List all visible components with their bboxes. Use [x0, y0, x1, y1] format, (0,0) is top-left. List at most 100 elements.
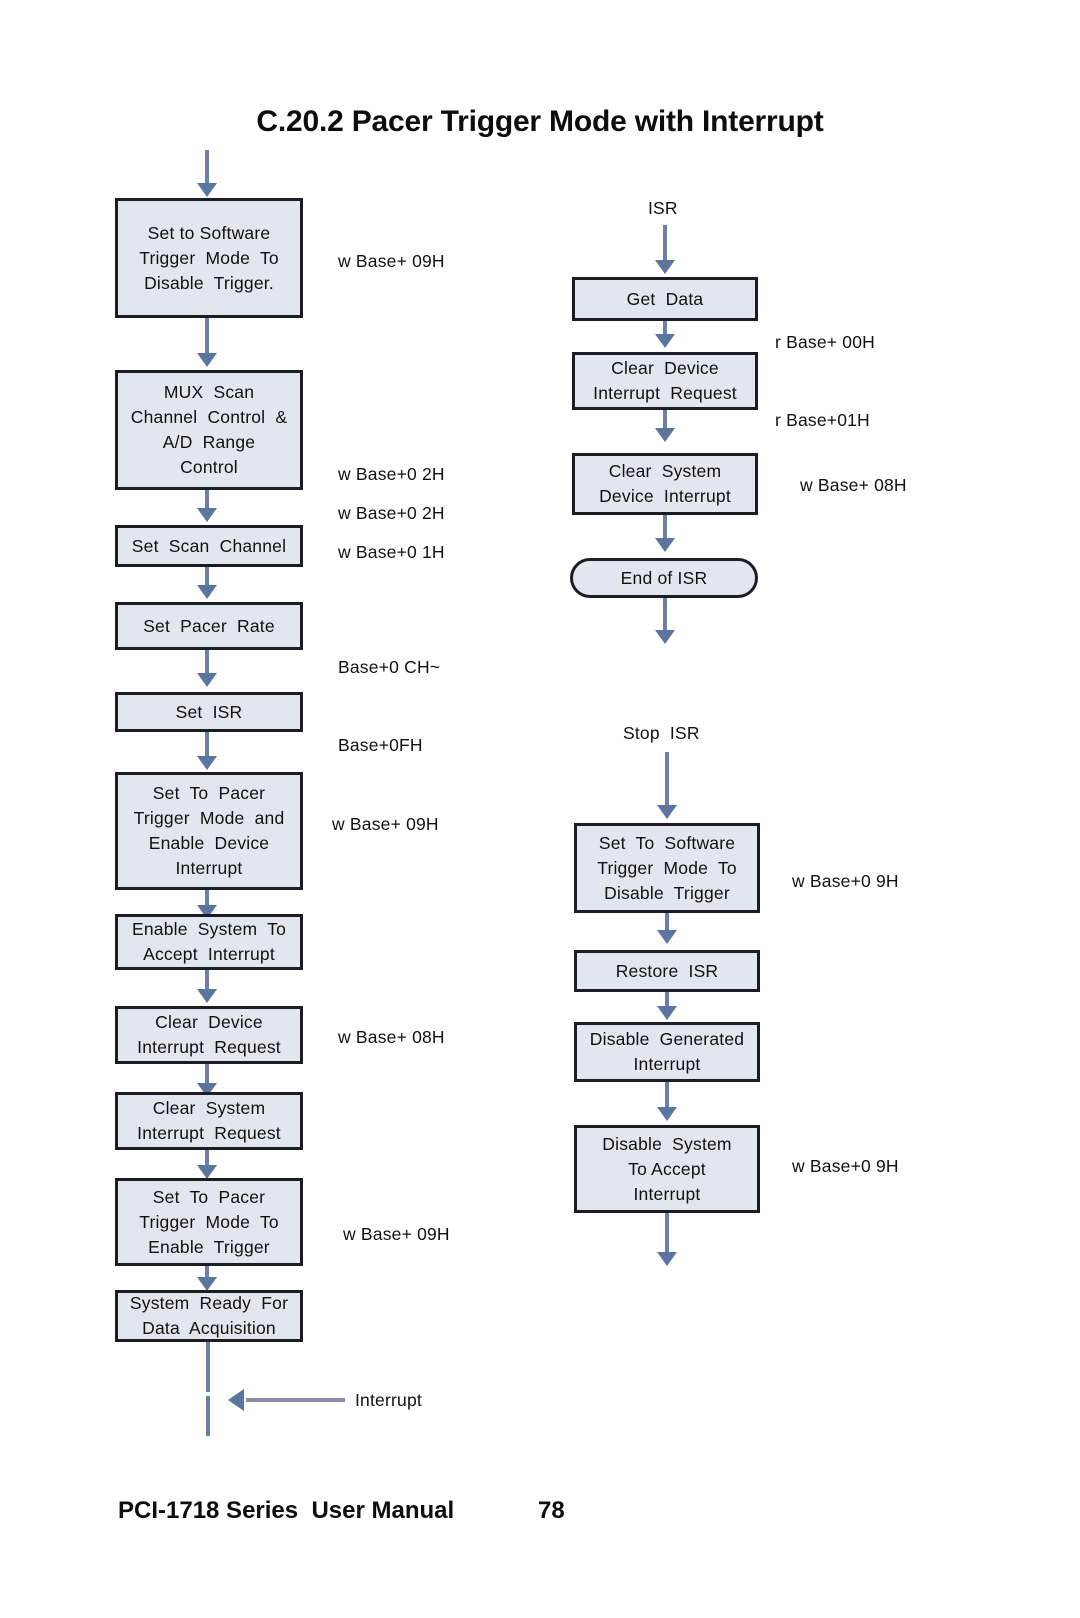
- annotation-line: w Base+0 9H: [792, 1156, 899, 1176]
- flow-box-clear-device-int-request: Clear Device Interrupt Request: [115, 1006, 303, 1064]
- arrow-head-icon: [655, 428, 675, 442]
- box-line: Interrupt: [633, 1183, 701, 1204]
- annotation-line: w Base+ 09H: [338, 251, 445, 271]
- terminator-label: End of ISR: [620, 567, 708, 588]
- box-line: Set ISR: [175, 701, 243, 722]
- box-line: Control: [180, 457, 238, 477]
- annotation-line: w Base+ 08H: [338, 1027, 445, 1047]
- connector-line: [205, 150, 209, 186]
- annotation-08h-1: w Base+ 08H: [338, 1024, 445, 1050]
- arrow-head-icon: [655, 334, 675, 348]
- box-line: Trigger Mode and: [133, 808, 285, 828]
- box-line: Set To Pacer: [152, 1186, 266, 1207]
- box-line: Set Pacer Rate: [143, 615, 275, 636]
- box-line: Enable System To: [131, 919, 287, 939]
- arrow-head-icon: [657, 1107, 677, 1121]
- box-line: Disable Trigger.: [144, 272, 274, 293]
- flow-box-set-software-trigger-disable: Set to Software Trigger Mode To Disable …: [115, 198, 303, 318]
- connector-line: [206, 1342, 210, 1392]
- box-line: Trigger Mode To: [139, 247, 279, 268]
- arrow-head-icon: [657, 1006, 677, 1020]
- box-line: Restore ISR: [615, 960, 719, 981]
- box-line: Channel Control &: [130, 407, 288, 427]
- box-line: MUX Scan: [163, 382, 255, 402]
- connector-line: [665, 1213, 669, 1255]
- arrow-head-icon: [657, 1252, 677, 1266]
- annotation-ch-fh: Base+0 CH~ Base+0FH: [338, 602, 440, 810]
- connector-line: [665, 752, 669, 808]
- arrow-head-icon: [655, 260, 675, 274]
- box-line: Interrupt: [175, 858, 243, 878]
- annotation-line: w Base+0 2H: [338, 464, 445, 484]
- box-line: Set To Pacer: [152, 783, 266, 803]
- flow-box-set-pacer-enable-device-int: Set To Pacer Trigger Mode and Enable Dev…: [115, 772, 303, 890]
- arrow-head-icon: [197, 673, 217, 687]
- arrow-head-left-icon: [228, 1389, 244, 1411]
- footer-page-number: 78: [538, 1497, 565, 1524]
- annotation-line: w Base+0 1H: [338, 542, 445, 562]
- annotation-09h-1: w Base+ 09H: [338, 248, 445, 274]
- arrow-head-icon: [197, 183, 217, 197]
- annotation-w-09h-stop2: w Base+0 9H: [792, 1153, 899, 1179]
- flow-box-clear-system-int-request: Clear System Interrupt Request: [115, 1092, 303, 1150]
- arrow-head-icon: [197, 585, 217, 599]
- flow-box-clear-device-int-request-isr: Clear Device Interrupt Request: [572, 352, 758, 410]
- arrow-head-icon: [197, 353, 217, 367]
- annotation-line: w Base+ 09H: [332, 814, 439, 834]
- annotation-w-08h-isr: w Base+ 08H: [800, 472, 907, 498]
- box-line: Device Interrupt: [599, 486, 731, 506]
- box-line: Interrupt: [633, 1054, 701, 1074]
- box-line: Trigger Mode To: [597, 857, 737, 878]
- box-line: Data Acquisition: [142, 1318, 276, 1338]
- flow-terminator-end-of-isr: End of ISR: [570, 558, 758, 598]
- box-line: Disable System: [602, 1133, 732, 1154]
- connector-line: [206, 1396, 210, 1436]
- annotation-line: r Base+ 00H: [775, 332, 875, 352]
- annotation-09h-2: w Base+ 09H: [332, 811, 439, 837]
- box-line: System Ready For: [129, 1293, 289, 1313]
- flow-box-set-scan-channel: Set Scan Channel: [115, 525, 303, 567]
- flow-box-clear-system-device-int: Clear System Device Interrupt: [572, 453, 758, 515]
- footer-manual-title: PCI-1718 Series User Manual: [118, 1497, 455, 1524]
- box-line: Accept Interrupt: [143, 944, 275, 964]
- flow-box-mux-scan-channel-control: MUX Scan Channel Control & A/D Range Con…: [115, 370, 303, 490]
- arrow-head-icon: [657, 805, 677, 819]
- box-line: Clear Device: [611, 358, 719, 378]
- arrow-head-icon: [655, 630, 675, 644]
- flow-box-enable-system-accept-int: Enable System To Accept Interrupt: [115, 914, 303, 970]
- box-line: Enable Trigger: [148, 1236, 270, 1257]
- annotation-line: Base+0FH: [338, 735, 423, 755]
- interrupt-connector-line: [246, 1398, 345, 1402]
- flow-box-get-data: Get Data: [572, 277, 758, 321]
- box-line: Get Data: [626, 288, 704, 309]
- box-line: A/D Range: [162, 432, 256, 452]
- box-line: Interrupt Request: [593, 383, 737, 403]
- manual-page: C.20.2 Pacer Trigger Mode with Interrupt…: [0, 0, 1080, 1618]
- box-line: Interrupt Request: [137, 1037, 281, 1057]
- box-line: Set To Software: [598, 832, 736, 853]
- annotation-line: w Base+0 9H: [792, 871, 899, 891]
- label-stop-isr: Stop ISR: [623, 723, 700, 743]
- box-line: To Accept: [628, 1158, 706, 1179]
- flow-box-set-pacer-enable-trigger: Set To Pacer Trigger Mode To Enable Trig…: [115, 1178, 303, 1266]
- box-line: Disable Generated: [589, 1029, 745, 1049]
- arrow-head-icon: [197, 1165, 217, 1179]
- flow-box-disable-generated-interrupt: Disable Generated Interrupt: [574, 1022, 760, 1082]
- annotation-line: w Base+ 08H: [800, 475, 907, 495]
- arrow-head-icon: [197, 756, 217, 770]
- connector-line: [665, 1082, 669, 1110]
- connector-line: [205, 732, 209, 758]
- box-line: Set Scan Channel: [131, 535, 287, 556]
- flow-box-disable-system-accept-int: Disable System To Accept Interrupt: [574, 1125, 760, 1213]
- box-line: Trigger Mode To: [139, 1211, 279, 1232]
- annotation-line: w Base+ 09H: [343, 1224, 450, 1244]
- box-line: Clear System: [152, 1098, 266, 1118]
- flow-box-system-ready-data-acq: System Ready For Data Acquisition: [115, 1290, 303, 1342]
- box-line: Clear Device: [155, 1012, 263, 1032]
- box-line: Interrupt Request: [137, 1123, 281, 1143]
- annotation-02h: w Base+0 2H: [338, 500, 445, 526]
- annotation-r-00h-01h: r Base+ 00H r Base+01H: [775, 277, 875, 485]
- arrow-head-icon: [197, 508, 217, 522]
- box-line: Enable Device: [148, 833, 270, 853]
- flow-box-set-isr: Set ISR: [115, 692, 303, 732]
